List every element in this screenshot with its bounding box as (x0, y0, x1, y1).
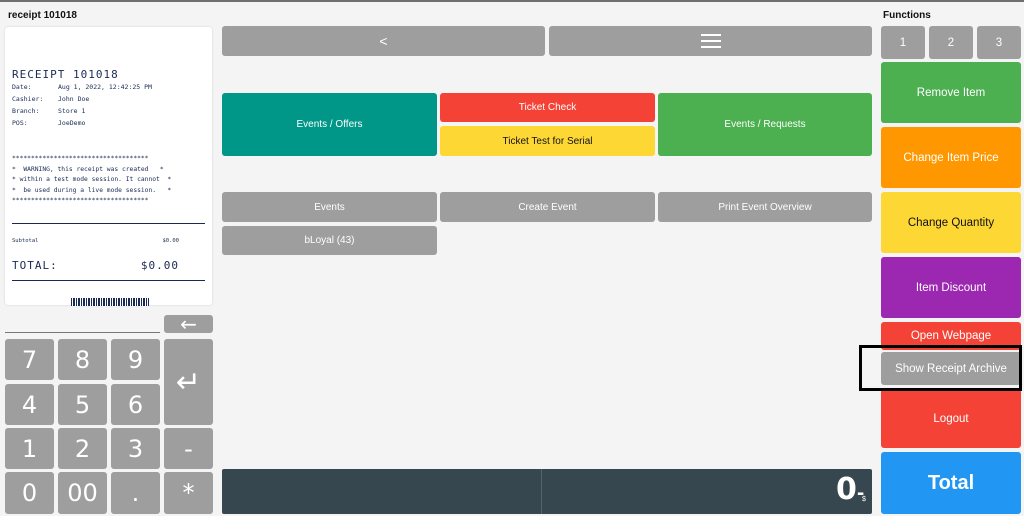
chevron-left-icon: < (379, 33, 388, 49)
enter-button[interactable]: ↵ (164, 339, 213, 425)
remove-item-button[interactable]: Remove Item (881, 62, 1021, 123)
total-button[interactable]: Total (881, 452, 1021, 514)
numpad-key-dot[interactable]: . (111, 472, 160, 514)
receipt-cashier-value: John Doe (58, 95, 90, 103)
item-discount-button[interactable]: Item Discount (881, 257, 1021, 318)
numpad-key-2[interactable]: 2 (58, 428, 107, 469)
back-button[interactable]: < (222, 26, 545, 56)
amount-value: 0 (836, 472, 857, 507)
receipt-warning: ************************************ * W… (12, 155, 172, 204)
change-item-price-button[interactable]: Change Item Price (881, 127, 1021, 188)
numpad-key-1[interactable]: 1 (5, 428, 54, 469)
function-page-tab-2[interactable]: 2 (929, 26, 973, 59)
function-page-tab-1[interactable]: 1 (881, 26, 925, 59)
enter-icon: ↵ (175, 364, 202, 400)
receipt-total-row: TOTAL: $0.00 (12, 259, 179, 272)
backspace-button[interactable]: ← (164, 312, 213, 336)
hamburger-menu-icon (700, 34, 721, 48)
receipt-date-row: Date: Aug 1, 2022, 12:42:25 PM (12, 83, 152, 91)
receipt-branch-row: Branch: Store 1 (12, 107, 85, 115)
amount-display-value: 0- (836, 472, 864, 507)
numpad-key-00[interactable]: 00 (58, 472, 107, 514)
receipt-total-value: $0.00 (140, 259, 179, 272)
receipt-subtotal-row: Subtotal $0.00 (12, 238, 179, 244)
print-event-overview-button[interactable]: Print Event Overview (658, 192, 872, 222)
receipt-pos-label: POS: (12, 119, 28, 127)
numpad-key-9[interactable]: 9 (111, 339, 160, 380)
open-webpage-button[interactable]: Open Webpage (881, 322, 1021, 350)
receipt-subtotal-label: Subtotal (12, 238, 39, 244)
events-button[interactable]: Events (222, 192, 437, 222)
ticket-test-serial-button[interactable]: Ticket Test for Serial (440, 126, 655, 156)
numpad-key-minus[interactable]: - (164, 428, 213, 469)
receipt-branch-value: Store 1 (58, 107, 86, 115)
receipt-divider (12, 223, 205, 224)
receipt-preview: RECEIPT 101018 Date: Aug 1, 2022, 12:42:2… (5, 27, 212, 306)
receipt-branch-label: Branch: (12, 107, 40, 115)
receipt-barcode (71, 298, 149, 306)
functions-header-label: Functions (883, 10, 931, 21)
receipt-divider (12, 280, 205, 281)
bloyal-button[interactable]: bLoyal (43) (222, 226, 437, 255)
receipt-cashier-row: Cashier: John Doe (12, 95, 89, 103)
function-page-tab-3[interactable]: 3 (977, 26, 1021, 59)
numpad-key-0[interactable]: 0 (5, 472, 54, 514)
numpad-key-star[interactable]: * (164, 472, 213, 514)
receipt-subtotal-value: $0.00 (162, 238, 179, 244)
receipt-title: RECEIPT 101018 (12, 68, 119, 81)
numpad-key-7[interactable]: 7 (5, 339, 54, 380)
create-event-button[interactable]: Create Event (440, 192, 655, 222)
entry-field-underline (5, 332, 160, 333)
ticket-check-button[interactable]: Ticket Check (440, 93, 655, 122)
numpad-key-3[interactable]: 3 (111, 428, 160, 469)
menu-button[interactable] (549, 26, 872, 56)
receipt-pos-row: POS: JoeDemo (12, 119, 85, 127)
logout-button[interactable]: Logout (881, 389, 1021, 448)
receipt-cashier-label: Cashier: (12, 95, 44, 103)
amount-display-divider (541, 469, 542, 514)
receipt-header-label: receipt 101018 (8, 10, 77, 21)
backspace-arrow-icon: ← (180, 312, 197, 336)
events-offers-button[interactable]: Events / Offers (222, 93, 437, 156)
receipt-date-value: Aug 1, 2022, 12:42:25 PM (58, 83, 152, 91)
numpad-key-5[interactable]: 5 (58, 384, 107, 425)
numpad-key-6[interactable]: 6 (111, 384, 160, 425)
change-quantity-button[interactable]: Change Quantity (881, 192, 1021, 253)
receipt-total-label: TOTAL: (12, 259, 58, 272)
amount-display-bar (222, 469, 872, 514)
receipt-date-label: Date: (12, 83, 32, 91)
numpad-key-8[interactable]: 8 (58, 339, 107, 380)
amount-currency: $ (862, 496, 866, 503)
numpad-key-4[interactable]: 4 (5, 384, 54, 425)
receipt-pos-value: JoeDemo (58, 119, 86, 127)
events-requests-button[interactable]: Events / Requests (658, 93, 872, 156)
show-receipt-archive-button[interactable]: Show Receipt Archive (881, 352, 1021, 385)
